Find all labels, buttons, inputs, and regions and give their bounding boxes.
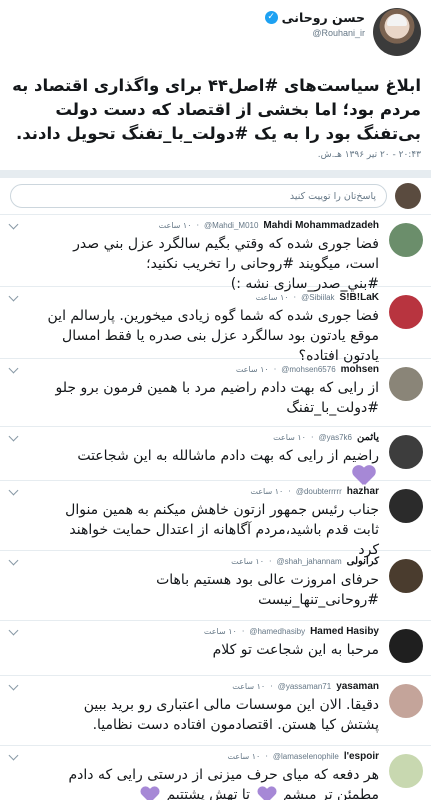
reply-avatar[interactable] [389, 754, 423, 788]
reply-author-name[interactable]: S!B!LaK [340, 292, 379, 303]
reply-item[interactable]: S!B!LaK @Sibiilak · ۱۰ ساعت فضا جوری شده… [0, 287, 431, 364]
reply-text-row: راضیم از رایی که بهت دادم ماشالله به این… [46, 446, 379, 486]
reply-time[interactable]: ۱۰ ساعت [250, 487, 283, 496]
dot-separator: · [265, 752, 268, 761]
reply-author-handle[interactable]: @mohsen6576 [281, 365, 335, 374]
reply-author-name[interactable]: Hamed Hasiby [310, 626, 379, 637]
reply-text-continued: تا تهش پشتتیم [166, 787, 251, 800]
reply-text: دقیقا. الان این موسسات مالی اعتباری رو ب… [83, 697, 379, 733]
reply-avatar[interactable] [389, 367, 423, 401]
reply-time[interactable]: ۱۰ ساعت [232, 682, 265, 691]
tweet-text: ابلاغ سیاست‌های #اصل۴۴ برای واگذاری اقتص… [12, 76, 421, 143]
reply-author-name[interactable]: یاثمن [357, 432, 379, 443]
reply-text: فضا جوری شده که وقتي بگيم سالگرد عزل بني… [73, 236, 379, 292]
reply-item[interactable]: mohsen @mohsen6576 · ۱۰ ساعت از رایی که … [0, 359, 431, 427]
chevron-down-icon[interactable] [8, 680, 19, 691]
reply-author-handle[interactable]: @doubterrrrr [296, 487, 342, 496]
reply-author-name[interactable]: yasaman [336, 681, 379, 692]
chevron-down-icon[interactable] [8, 363, 19, 374]
chevron-down-icon[interactable] [8, 555, 19, 566]
main-tweet-header: حسن روحانی ✓ @Rouhani_ir [10, 8, 421, 64]
reply-avatar[interactable] [389, 629, 423, 663]
reply-item[interactable]: کرانولی @shah_jahannam · ۱۰ ساعت حرفای ا… [0, 551, 431, 621]
reply-author-name[interactable]: hazhar [347, 486, 379, 497]
reply-time[interactable]: ۱۰ ساعت [204, 627, 237, 636]
reply-author-name[interactable]: Mahdi Mohammadzadeh [263, 220, 379, 231]
reply-author-handle[interactable]: @shah_jahannam [277, 557, 342, 566]
author-info: حسن روحانی ✓ @Rouhani_ir [264, 10, 365, 38]
verified-badge-icon: ✓ [264, 11, 278, 24]
reply-text: مرحبا به این شجاعت تو کلام [212, 642, 379, 658]
reply-author-handle[interactable]: @Mahdi_M010 [204, 221, 258, 230]
reply-author-handle[interactable]: @yas7k6 [319, 433, 352, 442]
reply-avatar[interactable] [389, 223, 423, 257]
reply-author-name[interactable]: mohsen [341, 364, 379, 375]
author-avatar[interactable] [373, 8, 421, 56]
reply-input[interactable]: پاسخ‌تان را توییت کنید [10, 184, 387, 208]
purple-heart-icon [258, 787, 276, 800]
dot-separator: · [269, 557, 272, 566]
reply-text: فضا جوری شده که شما گوه زیادی میخورین. پ… [47, 308, 379, 364]
reply-text: راضیم از رایی که بهت دادم ماشالله به این… [77, 448, 379, 464]
reply-composer: پاسخ‌تان را توییت کنید [0, 178, 431, 215]
chevron-down-icon[interactable] [8, 291, 19, 302]
reply-author-name[interactable]: کرانولی [347, 556, 379, 567]
author-handle[interactable]: @Rouhani_ir [265, 28, 365, 38]
dot-separator: · [293, 293, 297, 302]
reply-time[interactable]: ۱۰ ساعت [227, 752, 260, 761]
chevron-down-icon[interactable] [8, 219, 19, 230]
reply-author-handle[interactable]: @Sibiilak [301, 293, 334, 302]
reply-item[interactable]: یاثمن @yas7k6 · ۱۰ ساعت راضیم از رایی که… [0, 427, 431, 481]
chevron-down-icon[interactable] [8, 485, 19, 496]
author-name[interactable]: حسن روحانی [282, 10, 365, 25]
reply-time[interactable]: ۱۰ ساعت [231, 557, 264, 566]
reply-item[interactable]: Hamed Hasiby @hamedhasiby · ۱۰ ساعت مرحب… [0, 621, 431, 676]
dot-separator: · [196, 221, 200, 230]
dot-separator: · [288, 487, 291, 496]
tweet-timestamp[interactable]: ۲۰:۴۳ - ۲۰ تیر ۱۳۹۶ هـ.ش. [10, 150, 421, 160]
reply-time[interactable]: ۱۰ ساعت [159, 221, 192, 230]
reply-time[interactable]: ۱۰ ساعت [236, 365, 269, 374]
reply-item[interactable]: yasaman @yassaman71 · ۱۰ ساعت دقیقا. الا… [0, 676, 431, 746]
dot-separator: · [310, 433, 314, 442]
reply-author-name[interactable]: l'espoir [344, 751, 379, 762]
reply-avatar[interactable] [389, 489, 423, 523]
reply-author-handle[interactable]: @lamaselenophile [273, 752, 339, 761]
dot-separator: · [241, 627, 245, 636]
dot-separator: · [273, 365, 277, 374]
reply-item[interactable]: hazhar @doubterrrrr · ۱۰ ساعت جناب رئیس … [0, 481, 431, 558]
reply-time[interactable]: ۱۰ ساعت [273, 433, 306, 442]
reply-text-row: هر دفعه که میای حرف میزنی از درستی رایی … [46, 765, 379, 800]
chevron-down-icon[interactable] [8, 750, 19, 761]
dot-separator: · [270, 682, 273, 691]
reply-avatar[interactable] [389, 684, 423, 718]
chevron-down-icon[interactable] [8, 625, 19, 636]
reply-avatar[interactable] [389, 295, 423, 329]
reply-time[interactable]: ۱۰ ساعت [256, 293, 289, 302]
reply-item[interactable]: Mahdi Mohammadzadeh @Mahdi_M010 · ۱۰ ساع… [0, 215, 431, 292]
reply-author-handle[interactable]: @yassaman71 [278, 682, 331, 691]
author-name-row[interactable]: حسن روحانی ✓ [264, 10, 365, 25]
chevron-down-icon[interactable] [8, 431, 19, 442]
purple-heart-icon [141, 787, 159, 800]
main-tweet: حسن روحانی ✓ @Rouhani_ir ابلاغ سیاست‌های… [0, 0, 431, 170]
reply-avatar[interactable] [389, 435, 423, 469]
replies-list: Mahdi Mohammadzadeh @Mahdi_M010 · ۱۰ ساع… [0, 215, 431, 800]
reply-text: از رایی که بهت دادم راضیم مرد با همین فر… [55, 380, 379, 416]
reply-avatar[interactable] [389, 559, 423, 593]
reply-text: حرفای امروزت عالی بود هستیم باهات #روحان… [156, 572, 379, 608]
reply-author-handle[interactable]: @hamedhasiby [249, 627, 305, 636]
current-user-avatar [395, 183, 421, 209]
section-divider [0, 170, 431, 178]
reply-item[interactable]: l'espoir @lamaselenophile · ۱۰ ساعت هر د… [0, 746, 431, 800]
